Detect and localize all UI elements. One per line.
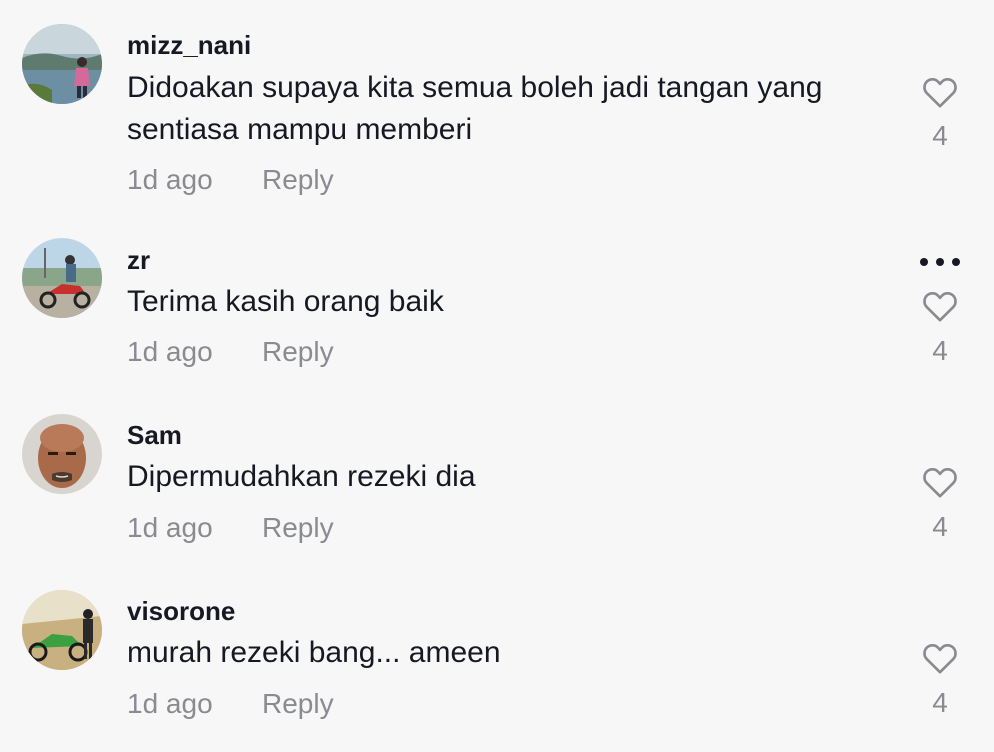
username[interactable]: zr — [127, 245, 150, 276]
comment-text: murah rezeki bang... ameen — [127, 636, 501, 669]
comment-text: Didoakan supaya kita semua boleh jadi ta… — [127, 71, 823, 146]
like-count: 4 — [932, 687, 948, 718]
avatar[interactable] — [22, 238, 102, 318]
reply-button[interactable]: Reply — [262, 688, 334, 720]
username[interactable]: Sam — [127, 420, 182, 451]
heart-icon[interactable] — [920, 462, 960, 502]
reply-button[interactable]: Reply — [262, 164, 334, 196]
username[interactable]: visorone — [127, 596, 235, 627]
more-icon[interactable] — [917, 255, 963, 269]
comment-timestamp: 1d ago — [127, 512, 213, 543]
comment-text: Dipermudahkan rezeki dia — [127, 460, 476, 493]
avatar[interactable] — [22, 414, 102, 494]
heart-icon[interactable] — [920, 286, 960, 326]
like-count: 4 — [932, 335, 948, 366]
heart-icon[interactable] — [920, 72, 960, 112]
heart-icon[interactable] — [920, 638, 960, 678]
like-count: 4 — [932, 120, 948, 151]
username[interactable]: mizz_nani — [127, 30, 251, 61]
comment-timestamp: 1d ago — [127, 688, 213, 719]
avatar[interactable] — [22, 590, 102, 670]
comment-timestamp: 1d ago — [127, 164, 213, 195]
avatar[interactable] — [22, 24, 102, 104]
reply-button[interactable]: Reply — [262, 336, 334, 368]
reply-button[interactable]: Reply — [262, 512, 334, 544]
like-count: 4 — [932, 511, 948, 542]
comment-timestamp: 1d ago — [127, 336, 213, 367]
comment-text: Terima kasih orang baik — [127, 285, 444, 318]
